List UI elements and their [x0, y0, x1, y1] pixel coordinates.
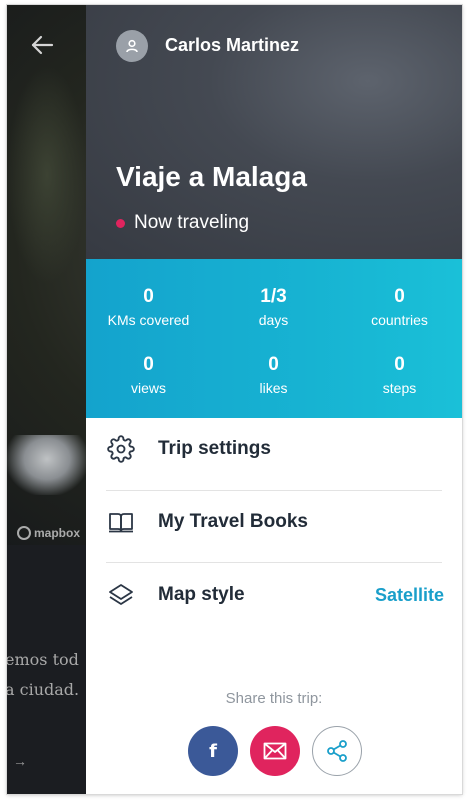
status-dot-icon: [116, 218, 125, 228]
menu-item-trip-settings[interactable]: Trip settings: [86, 413, 462, 485]
book-icon: [107, 508, 135, 536]
map-landmass: [7, 435, 87, 495]
stat-countries: 0 countries: [337, 286, 462, 330]
stat-label: views: [130, 380, 166, 396]
next-arrow-icon[interactable]: →: [13, 753, 27, 769]
stat-steps: 0 steps: [337, 354, 462, 398]
share-email-button[interactable]: [250, 726, 300, 776]
app-frame: mapbox emos tod a ciudad. → Carlos Marti…: [7, 5, 462, 794]
menu-label: Map style: [158, 584, 245, 605]
trip-stats: 0 KMs covered 1/3 days 0 countries 0 vie…: [86, 259, 462, 418]
menu-label: Trip settings: [158, 438, 271, 459]
stat-value: 0: [143, 286, 154, 307]
map-landmass: [7, 65, 87, 285]
stat-days: 1/3 days: [211, 286, 336, 330]
stat-value: 0: [394, 286, 405, 307]
status-text: Now traveling: [134, 212, 250, 233]
stat-kms: 0 KMs covered: [86, 286, 211, 330]
mapbox-logo-icon: [17, 526, 31, 540]
side-drawer: Carlos Martinez Viaje a Malaga Now trave…: [86, 5, 462, 794]
user-name[interactable]: Carlos Martinez: [165, 35, 299, 56]
menu-label: My Travel Books: [158, 511, 308, 532]
share-icon: [327, 740, 347, 762]
drawer-header: Carlos Martinez Viaje a Malaga Now trave…: [86, 5, 462, 259]
stat-value: 0: [394, 354, 405, 375]
stat-value: 1/3: [260, 286, 287, 307]
menu-item-map-style[interactable]: Map style Satellite: [86, 559, 462, 631]
stat-views: 0 views: [86, 354, 211, 398]
stat-value: 0: [143, 354, 154, 375]
stat-label: days: [258, 312, 289, 328]
trip-status: Now traveling: [116, 212, 249, 234]
share-more-button[interactable]: [312, 726, 362, 776]
user-avatar[interactable]: [116, 30, 148, 62]
gear-icon: [107, 435, 135, 463]
menu-item-travel-books[interactable]: My Travel Books: [86, 486, 462, 558]
trip-title: Viaje a Malaga: [116, 161, 307, 192]
layers-icon: [107, 581, 135, 609]
share-label: Share this trip:: [225, 690, 323, 707]
stat-likes: 0 likes: [211, 354, 336, 398]
map-style-value[interactable]: Satellite: [375, 585, 444, 606]
stat-label: KMs covered: [107, 312, 190, 328]
map-attribution: mapbox: [17, 526, 80, 540]
share-facebook-button[interactable]: f: [188, 726, 238, 776]
stat-label: steps: [382, 380, 417, 396]
stat-label: likes: [259, 380, 288, 396]
user-icon: [126, 39, 138, 53]
stat-label: countries: [371, 312, 428, 328]
mail-icon: [263, 742, 287, 760]
stat-value: 0: [268, 354, 279, 375]
facebook-icon: f: [209, 740, 217, 762]
arrow-left-icon[interactable]: [29, 33, 55, 57]
